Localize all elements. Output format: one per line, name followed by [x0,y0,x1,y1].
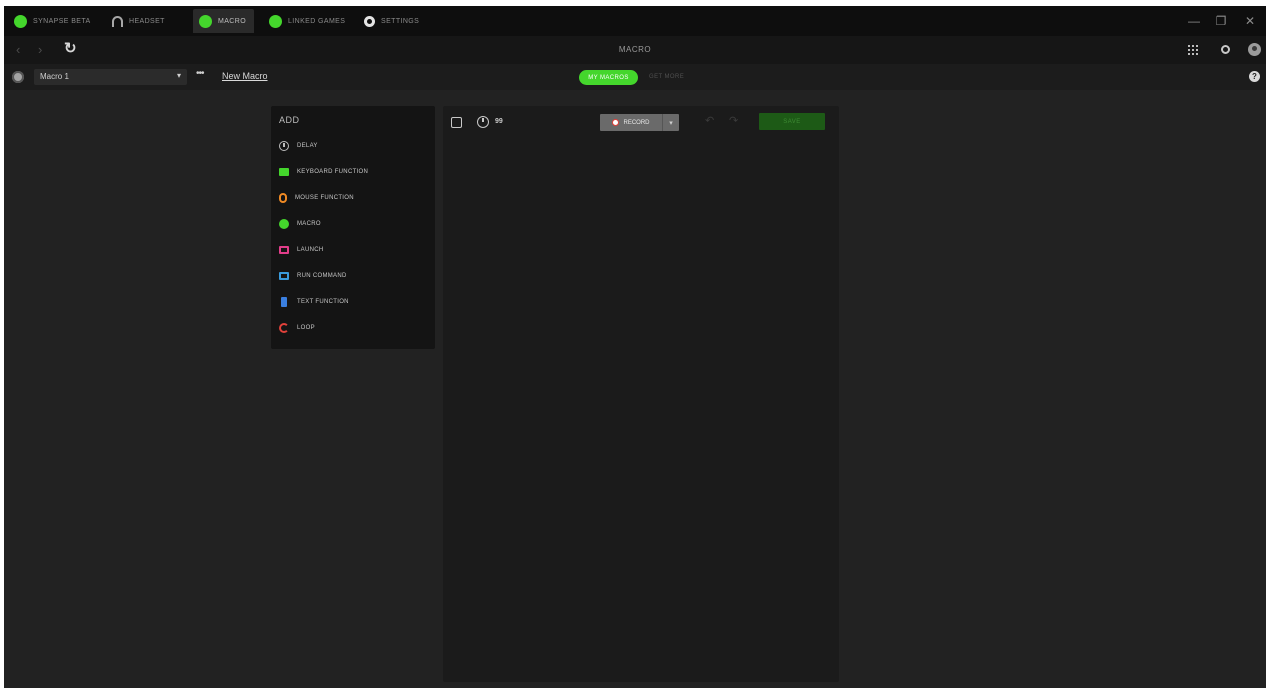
notifications-icon[interactable] [1221,45,1230,54]
add-panel-title: ADD [279,115,300,125]
add-loop-item[interactable]: LOOP [279,319,429,337]
more-options-button[interactable]: ••• [196,68,204,79]
navigation-bar: ‹ › ↻ MACRO [4,36,1266,64]
add-item-label: LOOP [297,325,315,331]
clock-icon [279,141,289,151]
add-delay-item[interactable]: DELAY [279,137,429,155]
tab-headset[interactable]: HEADSET [112,9,165,33]
tab-macro[interactable]: MACRO [193,9,255,33]
launch-icon [279,246,289,254]
new-macro-link[interactable]: New Macro [222,71,268,81]
tab-label: SYNAPSE BETA [33,17,91,25]
add-run-command-item[interactable]: RUN COMMAND [279,267,429,285]
loop-icon [279,323,289,333]
linked-games-icon [269,14,282,28]
tab-synapse-beta[interactable]: SYNAPSE BETA [14,9,91,33]
tab-linked-games[interactable]: LINKED GAMES [269,9,345,33]
record-button-group: RECORD ▾ [600,114,679,131]
chevron-down-icon: ▾ [176,71,181,80]
add-item-label: TEXT FUNCTION [297,299,349,305]
add-panel: ADD DELAY KEYBOARD FUNCTION MOUSE FUNCTI… [271,106,435,349]
headset-icon [112,15,123,27]
help-icon[interactable]: ? [1249,71,1260,82]
app-window: SYNAPSE BETA HEADSET MACRO LINKED GAMES … [4,6,1266,688]
maximize-button[interactable]: ❐ [1207,6,1235,36]
tab-settings[interactable]: SETTINGS [364,9,419,33]
user-avatar-icon[interactable] [1248,43,1261,56]
undo-icon[interactable]: ↶ [705,114,714,127]
tab-label: SETTINGS [381,17,420,25]
mouse-icon [279,193,287,203]
page-title: MACRO [618,45,652,54]
add-item-label: MACRO [297,221,321,227]
razer-logo-icon [14,14,27,28]
apps-grid-icon[interactable] [1188,45,1198,55]
add-keyboard-function-item[interactable]: KEYBOARD FUNCTION [279,163,429,181]
redo-icon[interactable]: ↷ [729,114,738,127]
add-mouse-function-item[interactable]: MOUSE FUNCTION [279,189,429,207]
add-item-label: RUN COMMAND [297,273,347,279]
top-tab-bar: SYNAPSE BETA HEADSET MACRO LINKED GAMES … [4,6,1266,36]
record-options-dropdown[interactable]: ▾ [663,114,679,131]
tab-label: HEADSET [129,17,165,25]
text-function-icon [281,297,287,307]
selected-macro-value: Macro 1 [40,72,69,81]
add-item-label: KEYBOARD FUNCTION [297,169,369,175]
get-more-tab[interactable]: GET MORE [649,74,684,80]
add-item-label: DELAY [297,143,318,149]
select-all-checkbox[interactable] [451,117,462,128]
tab-label: MACRO [218,17,247,25]
delay-value[interactable]: 99 [495,118,503,125]
macro-icon [199,14,212,28]
profile-icon[interactable] [12,71,24,83]
record-label: RECORD [623,119,650,126]
my-macros-tab[interactable]: MY MACROS [579,70,638,85]
add-text-function-item[interactable]: TEXT FUNCTION [279,293,429,311]
add-macro-item[interactable]: MACRO [279,215,429,233]
save-button[interactable]: SAVE [759,113,825,130]
record-button[interactable]: RECORD [600,114,663,131]
add-item-label: MOUSE FUNCTION [295,195,354,201]
macro-toolbar: Macro 1 ▾ ••• New Macro MY MACROS GET MO… [4,64,1266,90]
gear-icon [364,15,375,27]
close-button[interactable]: ✕ [1236,6,1264,36]
tab-label: LINKED GAMES [288,17,346,25]
add-launch-item[interactable]: LAUNCH [279,241,429,259]
macro-icon [279,219,289,229]
run-command-icon [279,272,289,280]
macro-editor-panel: 99 RECORD ▾ ↶ ↷ SAVE [443,106,839,682]
record-icon [612,119,620,126]
minimize-button[interactable]: — [1180,6,1208,36]
keyboard-icon [279,168,289,176]
delay-clock-icon [477,116,489,128]
macro-select-dropdown[interactable]: Macro 1 ▾ [34,69,187,85]
add-item-label: LAUNCH [297,247,324,253]
